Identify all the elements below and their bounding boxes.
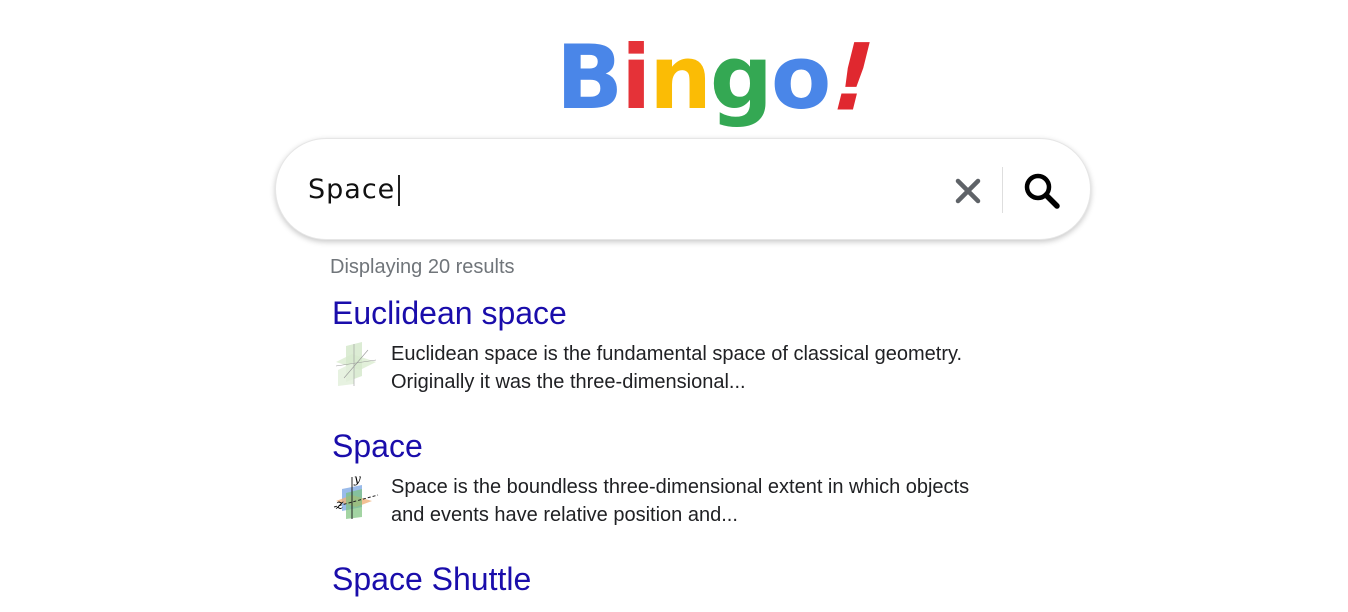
logo-letter-i: i <box>621 26 651 129</box>
result-body: Euclidean space is the fundamental space… <box>332 340 1052 400</box>
bingo-logo[interactable]: B i n g o ! <box>556 12 885 131</box>
logo-letter-o: o <box>770 26 831 129</box>
result-snippet: Euclidean space is the fundamental space… <box>391 340 1051 396</box>
clear-search-button[interactable] <box>952 175 984 207</box>
search-bar-divider <box>1002 167 1003 213</box>
logo-letter-b: B <box>556 26 623 129</box>
search-results-page: B i n g o ! Displaying 20 results Euclid… <box>0 0 1348 612</box>
results-count: Displaying 20 results <box>330 256 515 278</box>
result-snippet: Space is the boundless three-dimensional… <box>391 473 1051 529</box>
result-item: Euclidean space Euclidean space is the f… <box>332 294 1052 400</box>
search-icon <box>1024 173 1060 209</box>
logo-letter-g: g <box>709 26 773 129</box>
logo-letter-n: n <box>649 26 712 129</box>
logo-exclamation: ! <box>820 23 886 132</box>
thumb-label-z: z <box>335 497 344 513</box>
result-body: y z Space is the boundless three-dimensi… <box>332 473 1052 533</box>
result-item: Space y z Space is the boundless three-d… <box>332 427 1052 533</box>
result-item: Space Shuttle <box>332 560 1052 598</box>
search-button[interactable] <box>1022 171 1062 211</box>
result-title-link[interactable]: Euclidean space <box>332 294 1052 332</box>
snippet-line: Originally it was the three-dimensional.… <box>391 371 746 393</box>
close-icon <box>955 178 981 204</box>
result-title-link[interactable]: Space <box>332 427 1052 465</box>
snippet-line: Space is the boundless three-dimensional… <box>391 476 970 498</box>
search-input[interactable] <box>308 169 928 209</box>
thumb-label-y: y <box>353 473 361 486</box>
search-bar <box>275 138 1091 240</box>
text-cursor <box>398 175 400 206</box>
3d-axes-thumbnail[interactable]: y z <box>332 473 380 521</box>
snippet-line: Euclidean space is the fundamental space… <box>391 343 963 365</box>
snippet-line: and events have relative position and... <box>391 504 738 526</box>
result-title-link[interactable]: Space Shuttle <box>332 560 1052 598</box>
euclidean-planes-thumbnail[interactable] <box>332 340 380 388</box>
